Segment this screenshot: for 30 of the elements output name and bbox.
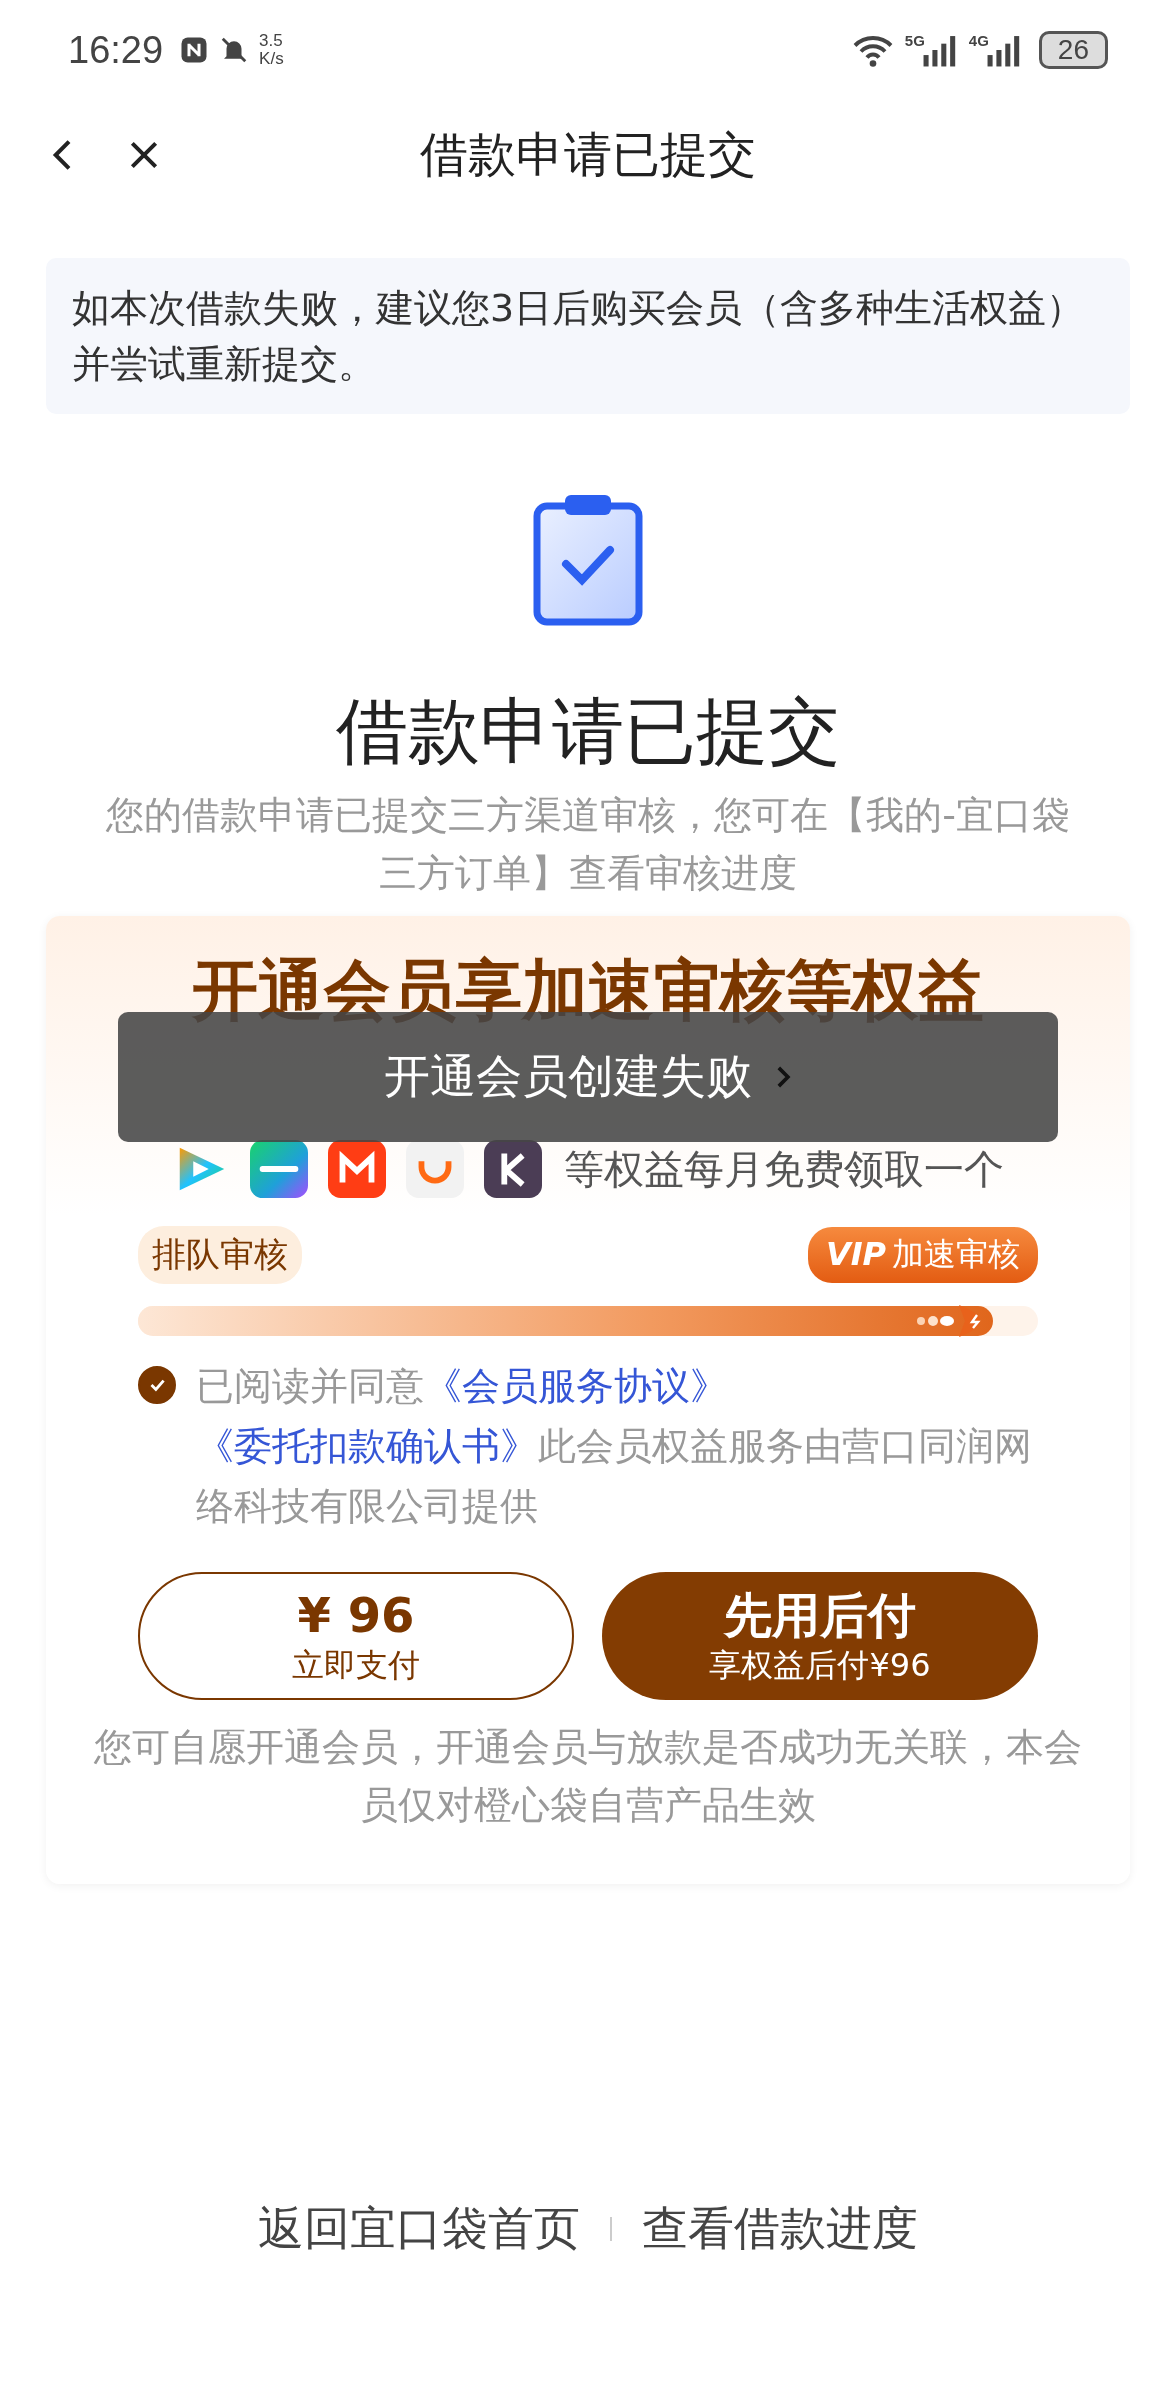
m-logo-icon	[328, 1140, 386, 1198]
battery-indicator: 26	[1038, 31, 1108, 69]
network-label: 5G	[904, 32, 925, 49]
notice-banner: 如本次借款失败，建议您3日后购买会员（含多种生活权益）并尝试重新提交。	[46, 258, 1130, 414]
agreement-link[interactable]: 《委托扣款确认书》	[196, 1424, 538, 1468]
network-label: 4G	[968, 32, 989, 49]
disclaimer-text: 您可自愿开通会员，开通会员与放款是否成功无关联，本会员仅对橙心袋自营产品生效	[93, 1724, 1083, 1829]
home-link[interactable]: 返回宜口袋首页	[258, 2198, 580, 2260]
agreement-link[interactable]: 《会员服务协议》	[424, 1364, 728, 1408]
result-title: 借款申请已提交	[336, 688, 840, 775]
agreement-checkbox[interactable]	[138, 1366, 176, 1404]
page-title: 借款申请已提交	[420, 125, 756, 184]
agreement-text: 已阅读并同意《会员服务协议》 《委托扣款确认书》此会员权益服务由营口同润网络科技有限公司提供	[196, 1363, 1033, 1530]
speed-value: 3.5	[259, 32, 284, 50]
queue-tag: 排队审核	[138, 1226, 302, 1284]
k-logo-icon	[484, 1140, 542, 1198]
speed-unit: K/s	[259, 50, 284, 68]
chevron-right-icon	[776, 1064, 792, 1090]
toast-message[interactable]: 开通会员创建失败	[118, 1012, 1058, 1142]
nfc-icon	[179, 35, 210, 65]
clipboard-check-icon	[533, 492, 643, 626]
pay-now-button[interactable]: ¥ 96 立即支付	[138, 1572, 574, 1700]
progress-link[interactable]: 查看借款进度	[642, 2198, 918, 2260]
gradient-app-icon	[250, 1140, 308, 1198]
vip-tag: VIP 加速审核	[807, 1227, 1038, 1283]
pay-later-button[interactable]: 先用后付 享权益后付¥96	[602, 1572, 1038, 1700]
cup-icon	[406, 1140, 464, 1198]
benefits-text: 等权益每月免费领取一个	[564, 1144, 1004, 1194]
status-time: 16:29	[68, 28, 164, 72]
result-description: 您的借款申请已提交三方渠道审核，您可在【我的-宜口袋三方订单】查看审核进度	[105, 792, 1071, 897]
